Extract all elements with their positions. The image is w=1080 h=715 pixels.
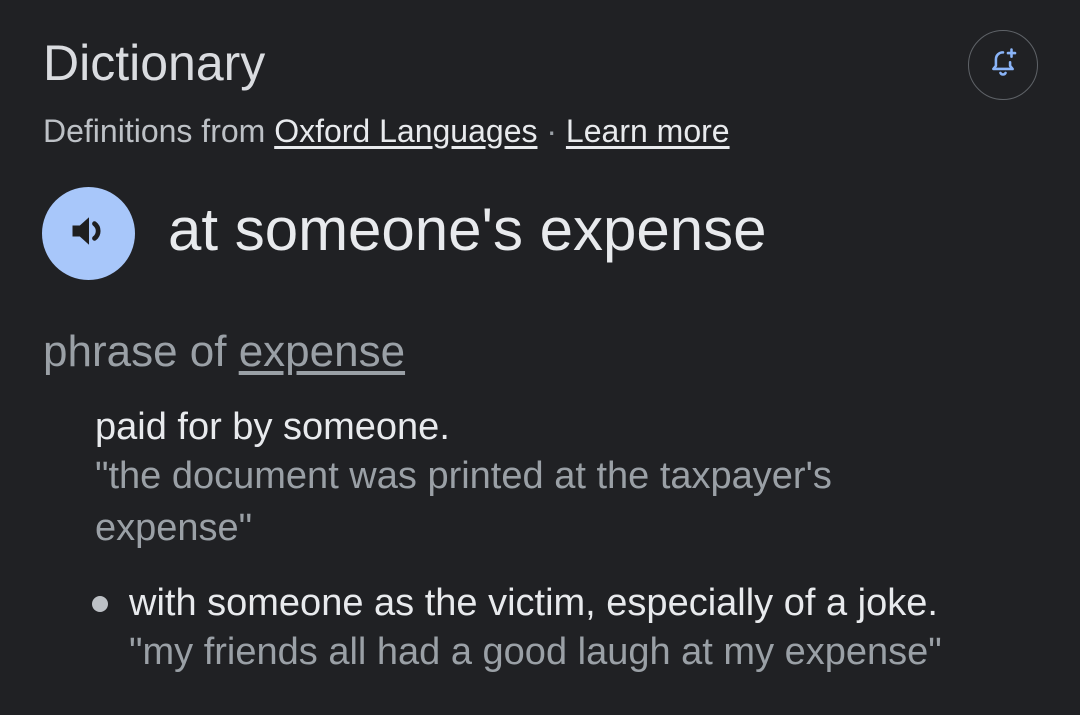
oxford-languages-link[interactable]: Oxford Languages: [274, 113, 537, 149]
learn-more-link[interactable]: Learn more: [566, 113, 730, 149]
notification-button[interactable]: [968, 30, 1038, 100]
headword: at someone's expense: [168, 196, 767, 263]
pos-prefix: phrase of: [43, 327, 239, 376]
sense-definition: with someone as the victim, especially o…: [129, 582, 938, 624]
part-of-speech: phrase of expense: [43, 324, 405, 380]
sense-example: "my friends all had a good laugh at my e…: [129, 631, 942, 673]
source-attribution: Definitions from Oxford Languages · Lear…: [43, 111, 730, 151]
sense-definition: paid for by someone.: [95, 406, 450, 448]
sense-item: paid for by someone. "the document was p…: [95, 404, 995, 554]
bullet-icon: [92, 596, 108, 612]
source-separator: ·: [537, 113, 566, 149]
speaker-icon: [67, 209, 111, 258]
pronunciation-button[interactable]: [42, 187, 135, 280]
source-prefix: Definitions from: [43, 113, 275, 149]
sense-item: with someone as the victim, especially o…: [92, 580, 1052, 678]
card-title: Dictionary: [43, 35, 266, 91]
sense-example: "the document was printed at the taxpaye…: [95, 455, 832, 549]
dictionary-card: Dictionary Definitions from Oxford Langu…: [0, 0, 1080, 715]
expense-link[interactable]: expense: [239, 327, 405, 376]
bell-plus-icon: [986, 46, 1020, 85]
